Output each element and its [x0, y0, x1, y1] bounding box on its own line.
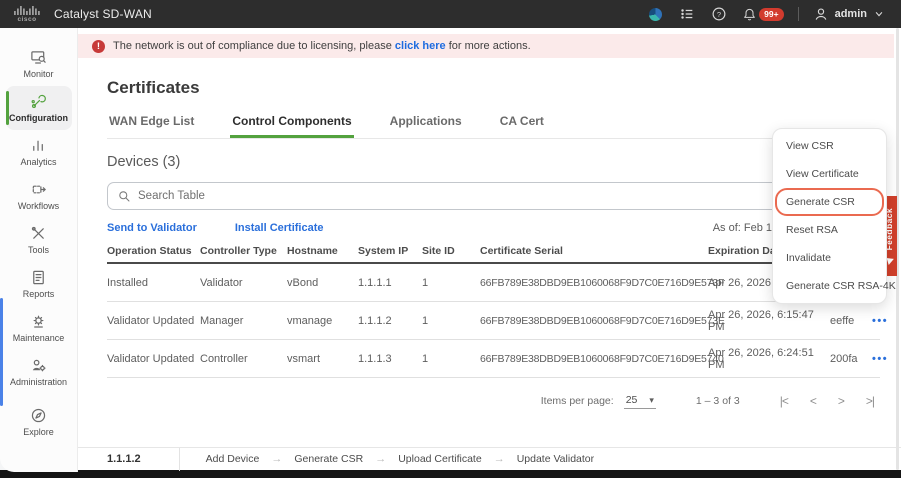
col-site-id: Site ID — [422, 245, 480, 257]
window-bottom-edge — [0, 470, 901, 478]
workflows-icon — [30, 181, 47, 198]
row-actions-button[interactable]: ••• — [872, 353, 892, 365]
table-search — [107, 182, 880, 210]
menu-item-view-csr[interactable]: View CSR — [773, 132, 886, 160]
col-operation-status: Operation Status — [107, 245, 200, 257]
user-menu[interactable]: admin — [813, 6, 885, 22]
menu-item-generate-csr-rsa-4k[interactable]: Generate CSR RSA-4K — [773, 272, 886, 300]
monitor-search-icon — [30, 49, 47, 66]
chevron-down-icon — [873, 8, 885, 20]
user-icon — [813, 6, 829, 22]
menu-item-reset-rsa[interactable]: Reset RSA — [773, 216, 886, 244]
prev-page-icon[interactable]: < — [810, 394, 816, 408]
admin-user-gear-icon — [30, 357, 47, 374]
arrow-right-icon: → — [494, 453, 505, 465]
menu-item-invalidate[interactable]: Invalidate — [773, 244, 886, 272]
items-per-page-label: Items per page: — [541, 395, 614, 407]
compliance-banner: ! The network is out of compliance due t… — [78, 34, 894, 58]
sidebar-item-workflows[interactable]: Workflows — [6, 174, 72, 218]
click-here-link[interactable]: click here — [395, 40, 446, 52]
menu-item-generate-csr[interactable]: Generate CSR — [775, 188, 884, 216]
col-hostname: Hostname — [287, 245, 358, 257]
search-icon — [118, 190, 131, 203]
tab-ca-cert[interactable]: CA Cert — [498, 108, 546, 138]
devices-heading: Devices (3) — [107, 154, 180, 170]
table-actions-row: Send to Validator Install Certificate As… — [107, 218, 880, 238]
app-title: Catalyst SD-WAN — [54, 7, 152, 21]
sidebar-item-monitor[interactable]: Monitor — [6, 42, 72, 86]
alert-icon: ! — [92, 40, 105, 53]
col-controller-type: Controller Type — [200, 245, 287, 257]
last-page-icon[interactable]: >| — [866, 394, 874, 408]
workflow-step-update-validator: Update Validator — [517, 453, 594, 465]
install-certificate-link[interactable]: Install Certificate — [235, 222, 324, 234]
sidebar-item-tools[interactable]: Tools — [6, 218, 72, 262]
tab-control-components[interactable]: Control Components — [230, 108, 353, 138]
banner-message: The network is out of compliance due to … — [113, 40, 531, 52]
sidebar-item-administration[interactable]: Administration — [6, 350, 72, 394]
table-row: Validator Updated Controller vsmart 1.1.… — [107, 340, 880, 378]
table-header-row: Operation Status Controller Type Hostnam… — [107, 240, 880, 264]
help-icon[interactable]: ? — [710, 5, 728, 23]
col-certificate-serial: Certificate Serial — [480, 245, 708, 257]
username-label: admin — [835, 8, 867, 20]
sidebar-scrollbar[interactable] — [0, 298, 3, 406]
workflow-step-generate-csr: Generate CSR — [294, 453, 363, 465]
bell-icon — [742, 7, 757, 22]
page-title: Certificates — [107, 78, 200, 98]
sidebar-item-configuration[interactable]: Configuration — [6, 86, 72, 130]
table-row: Installed Validator vBond 1.1.1.1 1 66FB… — [107, 264, 880, 302]
tab-applications[interactable]: Applications — [388, 108, 464, 138]
sidebar-item-analytics[interactable]: Analytics — [6, 130, 72, 174]
workflow-step-add-device: Add Device — [206, 453, 260, 465]
explore-compass-icon — [30, 407, 47, 424]
workflow-device-ip: 1.1.1.2 — [78, 453, 179, 465]
workflow-step-upload-certificate: Upload Certificate — [398, 453, 481, 465]
workflow-steps: Add Device → Generate CSR → Upload Certi… — [180, 453, 594, 465]
left-nav-sidebar: Monitor Configuration Analytics Workflow… — [0, 28, 78, 472]
topbar-divider — [798, 7, 799, 21]
notifications-button[interactable]: 99+ — [742, 7, 783, 22]
workflow-progress-bar: 1.1.1.2 Add Device → Generate CSR → Uplo… — [78, 447, 901, 470]
arrow-right-icon: → — [271, 453, 282, 465]
search-input[interactable] — [138, 190, 738, 202]
svg-text:?: ? — [717, 10, 721, 19]
tools-cross-icon — [30, 225, 47, 242]
next-page-icon[interactable]: > — [838, 394, 844, 408]
reports-doc-icon — [30, 269, 47, 286]
config-tools-icon — [30, 93, 47, 110]
cisco-bars-icon — [14, 6, 40, 15]
sidebar-item-explore[interactable]: Explore — [6, 400, 72, 444]
menu-item-view-certificate[interactable]: View Certificate — [773, 160, 886, 188]
caret-down-icon: ▾ — [649, 395, 654, 406]
items-per-page-select[interactable]: 25 ▾ — [624, 394, 656, 409]
row-context-menu: View CSR View Certificate Generate CSR R… — [772, 128, 887, 304]
arrow-right-icon: → — [375, 453, 386, 465]
table-pagination: Items per page: 25 ▾ 1 – 3 of 3 |< < > >… — [107, 388, 880, 414]
maintenance-gear-icon — [30, 313, 47, 330]
task-list-icon[interactable] — [678, 5, 696, 23]
pagination-range: 1 – 3 of 3 — [696, 395, 740, 407]
notification-badge: 99+ — [759, 8, 783, 21]
table-body: Installed Validator vBond 1.1.1.1 1 66FB… — [107, 264, 880, 378]
send-to-validator-link[interactable]: Send to Validator — [107, 222, 197, 234]
table-row: Validator Updated Manager vmanage 1.1.1.… — [107, 302, 880, 340]
topbar-actions: ? 99+ admin — [646, 5, 901, 23]
cisco-wordmark: cisco — [17, 16, 36, 23]
cisco-logo: cisco — [12, 6, 42, 23]
certificates-tabs: WAN Edge List Control Components Applica… — [107, 108, 887, 139]
sidebar-item-maintenance[interactable]: Maintenance — [6, 306, 72, 350]
top-bar: cisco Catalyst SD-WAN ? 99+ — [0, 0, 901, 28]
analytics-bars-icon — [30, 137, 47, 154]
license-usage-icon[interactable] — [646, 5, 664, 23]
col-system-ip: System IP — [358, 245, 422, 257]
sidebar-item-reports[interactable]: Reports — [6, 262, 72, 306]
row-actions-button[interactable]: ••• — [872, 315, 892, 327]
tab-wan-edge-list[interactable]: WAN Edge List — [107, 108, 196, 138]
first-page-icon[interactable]: |< — [780, 394, 788, 408]
